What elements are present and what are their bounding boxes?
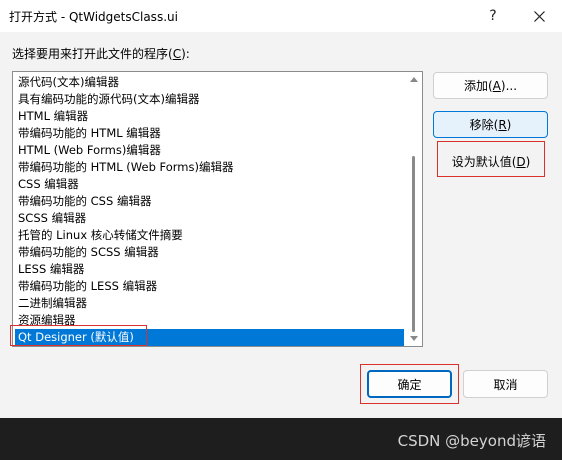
- list-item[interactable]: 资源编辑器: [15, 312, 76, 329]
- program-list[interactable]: 源代码(文本)编辑器 具有编码功能的源代码(文本)编辑器 HTML 编辑器 带编码功能…: [12, 71, 423, 347]
- program-list-label: 选择要用来打开此文件的程序(C):: [12, 47, 190, 61]
- list-item[interactable]: CSS 编辑器: [15, 176, 79, 193]
- title-bar[interactable]: 打开方式 - QtWidgetsClass.ui ?: [0, 0, 562, 32]
- list-item[interactable]: 托管的 Linux 核心转储文件摘要: [15, 227, 183, 244]
- scroll-thumb[interactable]: [412, 156, 415, 332]
- scroll-down-icon[interactable]: [410, 336, 418, 341]
- vertical-scrollbar[interactable]: [407, 73, 421, 345]
- open-with-dialog: 打开方式 - QtWidgetsClass.ui ? 选择要用来打开此文件的程序…: [0, 0, 562, 418]
- list-item[interactable]: 带编码功能的 LESS 编辑器: [15, 278, 157, 295]
- list-item[interactable]: SCSS 编辑器: [15, 210, 86, 227]
- set-default-button[interactable]: 设为默认值(D): [441, 148, 541, 175]
- list-item[interactable]: 带编码功能的 HTML 编辑器: [15, 125, 161, 142]
- list-item[interactable]: 带编码功能的 CSS 编辑器: [15, 193, 151, 210]
- remove-button[interactable]: 移除(R): [433, 111, 548, 138]
- list-item[interactable]: LESS 编辑器: [15, 261, 84, 278]
- list-item[interactable]: 带编码功能的 SCSS 编辑器: [15, 244, 159, 261]
- watermark-text: CSDN @beyond谚语: [397, 432, 546, 450]
- list-item[interactable]: HTML (Web Forms)编辑器: [15, 142, 161, 159]
- list-item[interactable]: 二进制编辑器: [15, 295, 87, 312]
- list-item[interactable]: HTML 编辑器: [15, 108, 88, 125]
- background-strip: CSDN @beyond谚语: [0, 418, 562, 460]
- help-button[interactable]: ?: [470, 0, 516, 32]
- cancel-button[interactable]: 取消: [463, 370, 548, 398]
- list-item[interactable]: 源代码(文本)编辑器: [15, 74, 119, 91]
- close-icon: [533, 10, 545, 22]
- scroll-up-icon[interactable]: [410, 77, 418, 82]
- close-button[interactable]: [516, 0, 562, 32]
- list-item[interactable]: 具有编码功能的源代码(文本)编辑器: [15, 91, 199, 108]
- list-item[interactable]: 带编码功能的 HTML (Web Forms)编辑器: [15, 159, 233, 176]
- window-title: 打开方式 - QtWidgetsClass.ui: [9, 10, 178, 24]
- help-icon: ?: [489, 8, 497, 24]
- add-button[interactable]: 添加(A)...: [433, 72, 548, 99]
- list-item-selected[interactable]: Qt Designer (默认值): [15, 329, 404, 346]
- ok-button[interactable]: 确定: [367, 370, 452, 398]
